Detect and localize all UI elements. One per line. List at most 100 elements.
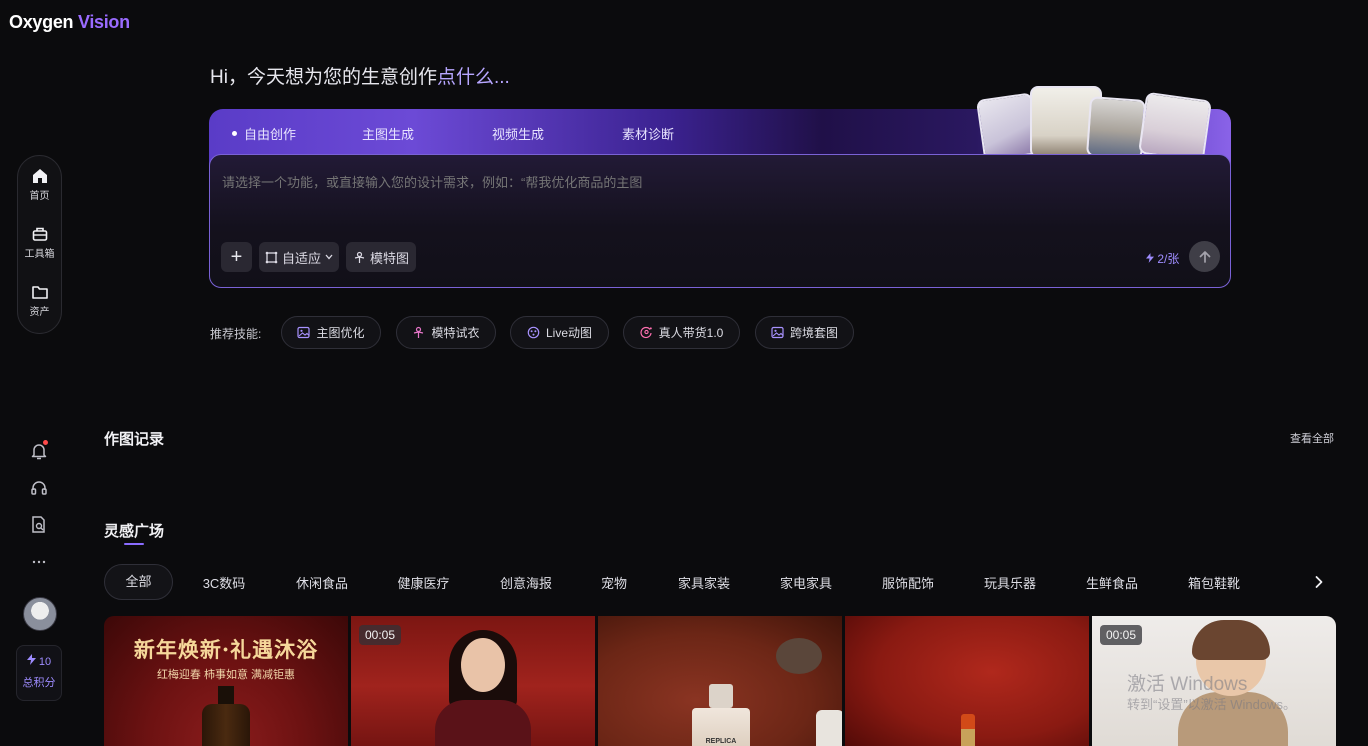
points-label: 总积分 (22, 677, 56, 689)
windows-activation-watermark-sub: 转到“设置”以激活 Windows。 (1127, 697, 1297, 712)
sample-photo (1138, 91, 1212, 163)
lightning-icon (1146, 253, 1154, 263)
child-hair (1192, 620, 1270, 660)
category-poster[interactable]: 创意海报 (478, 573, 574, 592)
model-face (461, 638, 505, 692)
plus-icon: + (230, 245, 243, 268)
skill-main-image-optimize[interactable]: 主图优化 (281, 316, 381, 349)
video-duration: 00:05 (1100, 625, 1143, 645)
more-icon[interactable] (28, 551, 50, 573)
skill-label: 模特试衣 (431, 326, 480, 340)
category-apparel[interactable]: 服饰配饰 (858, 573, 958, 592)
aspect-ratio-dropdown[interactable]: 自适应 (259, 242, 339, 272)
user-avatar[interactable] (23, 597, 57, 631)
image-icon (297, 326, 311, 339)
greeting-text-accent: 点什么... (436, 67, 510, 88)
bottle-cap (218, 686, 234, 706)
folder-icon (31, 286, 48, 299)
inspiration-title: 灵感广场 (104, 523, 165, 540)
nav-item-label: 工具箱 (24, 249, 55, 260)
category-pets[interactable]: 宠物 (574, 573, 654, 592)
home-icon (32, 169, 47, 183)
sample-photos-stack (975, 84, 1216, 163)
gallery-card[interactable] (845, 616, 1089, 746)
skill-label: 主图优化 (316, 326, 365, 340)
add-attachment-button[interactable]: + (221, 242, 252, 272)
image-icon (771, 326, 784, 339)
nav-item-label: 资产 (29, 307, 50, 318)
gallery-card-video[interactable]: 00:05 (351, 616, 595, 746)
nav-item-home[interactable]: 首页 (18, 167, 61, 202)
model-image-button[interactable]: 模特图 (346, 242, 416, 272)
prompt-input[interactable] (222, 175, 1212, 190)
lipstick-product (961, 714, 975, 746)
category-tabs: 全部 3C数码 休闲食品 健康医疗 创意海报 宠物 家具家装 家电家具 服饰配饰… (104, 564, 1266, 600)
toolbox-icon (32, 227, 47, 241)
perfume-label: REPLICA (705, 738, 737, 745)
headset-support-icon[interactable] (28, 477, 50, 499)
tab-main-image[interactable]: 主图生成 (362, 124, 492, 143)
cost-indicator: 2/张 (1146, 250, 1179, 267)
category-appliances[interactable]: 家电家具 (754, 573, 858, 592)
skill-model-try-on[interactable]: 模特试衣 (396, 316, 496, 349)
tab-video[interactable]: 视频生成 (492, 124, 622, 143)
nav-item-label: 首页 (29, 191, 50, 202)
category-bags-shoes[interactable]: 箱包鞋靴 (1162, 573, 1266, 592)
person-icon (640, 327, 652, 339)
video-duration: 00:05 (359, 625, 402, 645)
tab-diagnosis[interactable]: 素材诊断 (622, 124, 752, 143)
arrow-up-icon (1199, 250, 1210, 263)
skill-live-host[interactable]: 真人带货1.0 (623, 316, 740, 349)
skill-label: Live动图 (545, 326, 592, 340)
lightning-icon (26, 654, 36, 665)
total-points-widget[interactable]: 10 总积分 (16, 645, 62, 701)
crop-icon (265, 251, 278, 263)
skill-label: 真人带货1.0 (658, 326, 724, 340)
aspect-ratio-label: 自适应 (281, 250, 321, 266)
skill-label: 跨境套图 (789, 326, 838, 340)
view-all-link[interactable]: 查看全部 (1290, 430, 1334, 446)
notification-dot (43, 440, 48, 445)
app-logo[interactable]: Oxygen Vision (9, 12, 130, 33)
category-toys[interactable]: 玩具乐器 (958, 573, 1062, 592)
skills-label: 推荐技能: (210, 327, 262, 341)
send-button[interactable] (1189, 241, 1220, 272)
perfume-cap (709, 684, 733, 708)
gallery-card[interactable]: REPLICA (598, 616, 842, 746)
category-snacks[interactable]: 休闲食品 (275, 573, 369, 592)
points-value: 10 (38, 656, 52, 668)
category-all[interactable]: 全部 (104, 564, 173, 600)
gallery-card[interactable]: 新年焕新·礼遇沐浴 红梅迎春 柿事如意 满减钜惠 (104, 616, 348, 746)
windows-activation-watermark: 激活 Windows (1127, 674, 1248, 695)
lotus-decor (776, 638, 822, 674)
records-title: 作图记录 (104, 431, 165, 448)
logo-text-secondary: Vision (77, 12, 130, 32)
notification-bell-icon[interactable] (28, 440, 50, 462)
card-headline: 新年焕新·礼遇沐浴 (133, 637, 319, 662)
chevron-down-icon (325, 254, 333, 260)
card-subline: 红梅迎春 柿事如意 满减钜惠 (156, 669, 296, 681)
logo-text-primary: Oxygen (9, 12, 74, 32)
tab-free-creation[interactable]: 自由创作 (232, 124, 362, 143)
category-furniture[interactable]: 家具家装 (654, 573, 754, 592)
product-bottle (202, 704, 250, 746)
sample-photo (1085, 96, 1147, 160)
skill-cross-border-set[interactable]: 跨境套图 (755, 316, 854, 349)
section-underline (124, 543, 144, 545)
nav-item-assets[interactable]: 资产 (18, 283, 61, 318)
skill-live-animation[interactable]: Live动图 (510, 316, 609, 349)
nav-item-toolbox[interactable]: 工具箱 (18, 225, 61, 260)
left-nav-rail: 首页 工具箱 资产 (17, 155, 62, 334)
points-value-row: 10 (17, 654, 61, 668)
creation-tabs: 自由创作 主图生成 视频生成 素材诊断 (232, 124, 752, 143)
chevron-right-icon[interactable] (1309, 572, 1329, 592)
vase-decor (816, 710, 842, 746)
model-icon (354, 251, 365, 263)
model-image-label: 模特图 (369, 250, 409, 266)
prompt-panel: + 自适应 模特图 2/张 (209, 154, 1231, 288)
category-3c[interactable]: 3C数码 (173, 573, 275, 592)
document-search-icon[interactable] (28, 514, 50, 536)
category-fresh-food[interactable]: 生鲜食品 (1062, 573, 1162, 592)
live-icon (527, 326, 540, 339)
category-health[interactable]: 健康医疗 (369, 573, 478, 592)
